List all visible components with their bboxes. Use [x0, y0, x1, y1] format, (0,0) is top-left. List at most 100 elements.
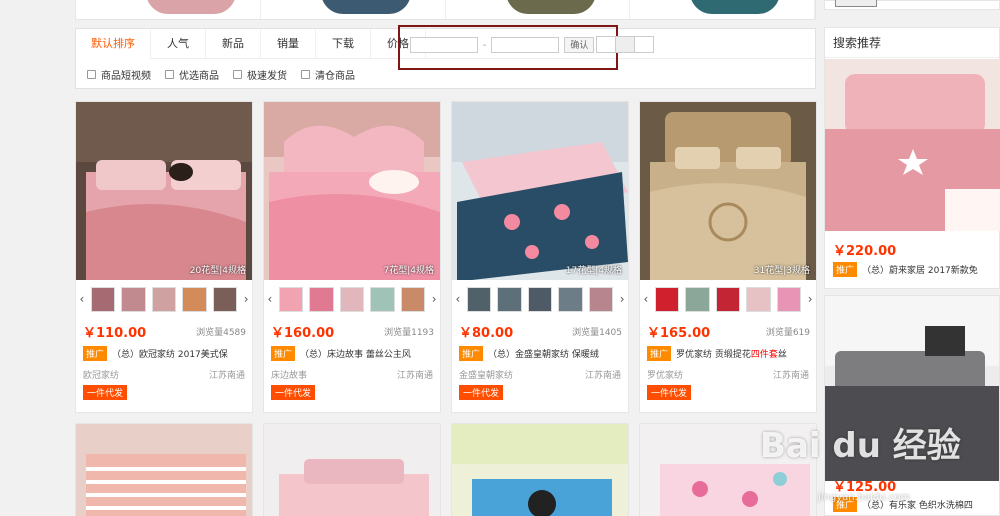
recommend-item[interactable]: ￥125.00 推广 （总）有乐家 色织水洗棉四	[824, 295, 1000, 516]
max-price-input[interactable]	[491, 37, 560, 53]
chevron-right-icon[interactable]: ›	[240, 292, 252, 306]
bedding-photo	[825, 59, 1000, 231]
product-card[interactable]: 20花型|4规格 ‹ › ￥110.00 浏览量4589 推广 （总）欧冠家纺 2…	[75, 101, 253, 413]
thumbnail[interactable]	[278, 286, 304, 312]
checkbox[interactable]	[87, 69, 96, 79]
thumbnail[interactable]	[715, 286, 741, 312]
chevron-right-icon[interactable]: ›	[428, 292, 440, 306]
product-image[interactable]	[76, 424, 253, 516]
sort-tab-sales[interactable]: 销量	[261, 28, 316, 59]
large-view-icon[interactable]	[634, 36, 654, 53]
recommend-price: ￥220.00	[833, 244, 897, 259]
sort-tab-downloads[interactable]: 下载	[316, 28, 371, 59]
min-price-input[interactable]	[409, 37, 478, 53]
sort-tab-new[interactable]: 新品	[206, 28, 261, 59]
product-image[interactable]: 17花型|4规格	[452, 102, 628, 280]
filter-fast-ship[interactable]: 极速发货	[233, 67, 287, 82]
shop-name[interactable]: 欧冠家纺	[83, 368, 119, 381]
shop-location: 江苏南通	[584, 371, 621, 381]
thumbnail[interactable]	[654, 286, 680, 312]
product-title[interactable]: 推广 罗优家纺 贡缎提花四件套丝	[647, 346, 812, 361]
product-card[interactable]: 17花型|4规格 ‹ › ￥80.00 浏览量1405 推广 （总）金盛皇朝家纺 …	[451, 101, 629, 413]
thumbnail[interactable]	[746, 286, 771, 312]
thumbnail[interactable]	[182, 286, 207, 312]
filter-preferred[interactable]: 优选商品	[165, 67, 219, 82]
list-view-icon[interactable]	[596, 36, 616, 53]
promo-badge: 推广	[83, 346, 108, 361]
product-image[interactable]: 20花型|4规格	[76, 102, 252, 280]
recommend-image[interactable]	[825, 59, 1000, 231]
previous-row-strip	[75, 0, 816, 20]
product-image[interactable]	[452, 424, 629, 516]
product-price: ￥80.00	[459, 326, 514, 341]
variant-tag: 20花型|4规格	[189, 266, 246, 276]
thumbnail[interactable]	[121, 286, 146, 312]
prev-product-image[interactable]	[76, 0, 261, 19]
product-title[interactable]: 推广 （总）欧冠家纺 2017美式保	[83, 346, 248, 361]
product-price: ￥165.00	[647, 326, 711, 341]
product-image[interactable]: 31花型|3规格	[640, 102, 816, 280]
bedding-photo	[640, 102, 816, 280]
currency-symbol: ¥	[401, 40, 407, 50]
chevron-left-icon[interactable]: ‹	[264, 292, 276, 306]
thumbnail[interactable]	[466, 286, 492, 312]
baidu-watermark-url: jingyan.baidu.com	[818, 492, 911, 503]
thumbnail[interactable]	[497, 286, 522, 312]
chevron-right-icon[interactable]: ›	[616, 292, 628, 306]
product-card[interactable]	[451, 423, 629, 516]
chevron-right-icon[interactable]: ›	[804, 292, 816, 306]
product-title[interactable]: 推广 （总）金盛皇朝家纺 保暖绒	[459, 346, 624, 361]
shop-name[interactable]: 床边故事	[271, 368, 307, 381]
thumbnail[interactable]	[212, 286, 238, 312]
checkbox[interactable]	[301, 69, 310, 79]
dropship-badge: 一件代发	[271, 385, 316, 400]
chevron-left-icon[interactable]: ‹	[452, 292, 464, 306]
thumbnail[interactable]	[685, 286, 710, 312]
product-card[interactable]: 7花型|4规格 ‹ › ￥160.00 浏览量1193 推广 （总）床边故事 蕾丝…	[263, 101, 441, 413]
product-image[interactable]	[264, 424, 441, 516]
thumbnail[interactable]	[90, 286, 116, 312]
thumbnail[interactable]	[527, 286, 553, 312]
filter-bar: 默认排序 人气 新品 销量 下载 价格 ¥ - 确认 商品短视频 优选商品 极速…	[75, 25, 816, 89]
thumbnail[interactable]	[339, 286, 365, 312]
dropship-badge: 一件代发	[83, 385, 128, 400]
shop-name[interactable]: 罗优家纺	[647, 368, 683, 381]
promo-badge: 推广	[271, 346, 296, 361]
prev-product-image[interactable]	[630, 0, 815, 19]
filter-clearance[interactable]: 清仓商品	[301, 67, 355, 82]
price-confirm-button[interactable]: 确认	[564, 37, 595, 53]
variant-tag: 17花型|4规格	[565, 266, 622, 276]
grid-view-icon[interactable]	[615, 36, 635, 53]
thumbnail[interactable]	[588, 286, 614, 312]
chevron-left-icon[interactable]: ‹	[640, 292, 652, 306]
product-card[interactable]: 31花型|3规格 ‹ › ￥165.00 浏览量619 推广 罗优家纺 贡缎提花四…	[639, 101, 817, 413]
view-count: 浏览量1193	[384, 328, 434, 338]
product-title[interactable]: 推广 （总）床边故事 蕾丝公主风	[271, 346, 436, 361]
filter-video[interactable]: 商品短视频	[87, 67, 151, 82]
thumbnail[interactable]	[151, 286, 177, 312]
promo-badge: 推广	[647, 346, 672, 361]
sidebar-button[interactable]	[835, 0, 877, 7]
thumbnail[interactable]	[370, 286, 395, 312]
price-separator: -	[482, 39, 487, 51]
product-image[interactable]: 7花型|4规格	[264, 102, 440, 280]
thumbnail-strip: ‹ ›	[76, 286, 252, 312]
checkbox[interactable]	[165, 69, 174, 79]
thumbnail[interactable]	[558, 286, 583, 312]
thumbnail[interactable]	[776, 286, 802, 312]
dropship-badge: 一件代发	[459, 385, 504, 400]
sort-tab-default[interactable]: 默认排序	[76, 28, 151, 59]
thumbnail[interactable]	[309, 286, 334, 312]
sort-tab-popularity[interactable]: 人气	[151, 28, 206, 59]
prev-product-image[interactable]	[446, 0, 631, 19]
product-card[interactable]	[263, 423, 441, 516]
product-price: ￥110.00	[83, 326, 147, 341]
recommend-title[interactable]: 推广 （总）蔚来家居 2017新款免	[833, 262, 978, 277]
chevron-left-icon[interactable]: ‹	[76, 292, 88, 306]
shop-name[interactable]: 金盛皇朝家纺	[459, 368, 513, 381]
thumbnail[interactable]	[400, 286, 426, 312]
prev-product-image[interactable]	[261, 0, 446, 19]
product-price: ￥160.00	[271, 326, 335, 341]
product-card[interactable]	[75, 423, 253, 516]
checkbox[interactable]	[233, 69, 242, 79]
